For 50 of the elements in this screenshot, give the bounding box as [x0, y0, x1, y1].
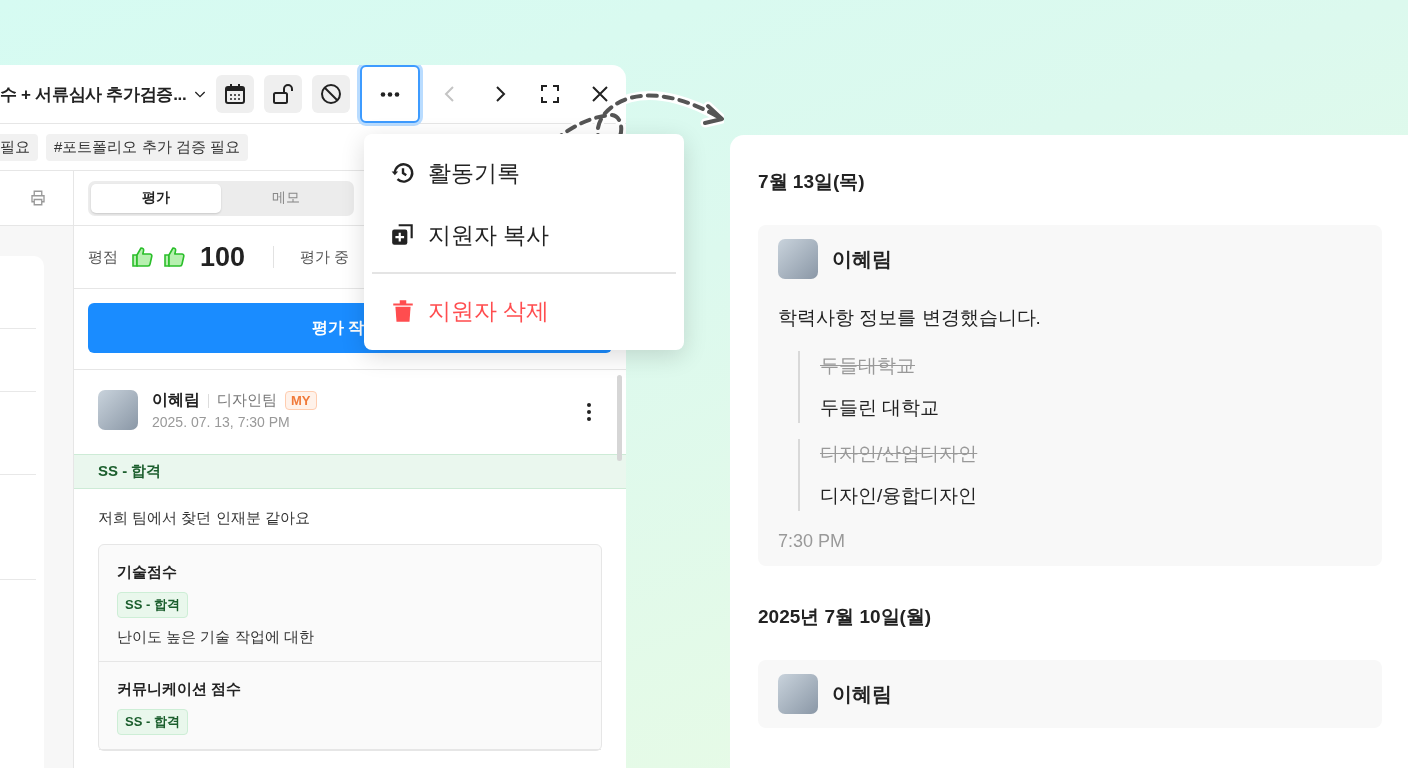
comment-date: 2025. 07. 13, 7:30 PM: [152, 414, 291, 430]
fullscreen-icon: [538, 82, 562, 106]
team-name: 디자인팀: [217, 391, 277, 410]
status-label: 평가 중: [300, 247, 350, 267]
thumbs-up-icon: [130, 245, 154, 269]
my-badge: MY: [285, 391, 317, 410]
score-title: 기술점수: [117, 563, 177, 582]
avatar-placeholder: [778, 674, 818, 714]
date-heading: 2025년 7월 10일(월): [758, 605, 933, 629]
activity-log-item[interactable]: 활동기록: [372, 142, 676, 204]
author-name: 이혜림: [832, 246, 892, 272]
author-name: 이혜림: [152, 390, 200, 410]
old-value: 디자인/산업디자인: [820, 442, 978, 466]
grade-badge: SS - 합격: [117, 709, 188, 735]
kebab-menu-icon[interactable]: [586, 402, 592, 422]
score-label: 평점: [88, 247, 118, 267]
window-title: 수 + 서류심사 추가검증...: [0, 83, 187, 106]
author-name: 이혜림: [832, 681, 892, 707]
history-icon: [390, 160, 416, 186]
block-icon: [319, 82, 343, 106]
grade-badge: SS - 합격: [117, 592, 188, 618]
avatar-placeholder: [778, 239, 818, 279]
copy-add-icon: [390, 222, 416, 248]
calendar-icon: [223, 82, 247, 106]
trash-icon: [390, 298, 416, 324]
score-value: 100: [200, 241, 246, 273]
tag-chip: #포트폴리오 추가 검증 필요: [46, 133, 248, 161]
score-comment: 난이도 높은 기술 작업에 대한: [117, 628, 314, 647]
tab[interactable]: 평가: [91, 183, 221, 213]
date-heading: 7월 13일(목): [758, 170, 866, 194]
tag-chip: 필요: [0, 133, 38, 161]
old-value: 두들대학교: [820, 354, 915, 378]
thumbs-up-icon: [162, 245, 186, 269]
activity-time: 7:30 PM: [778, 531, 847, 552]
printer-icon[interactable]: [29, 189, 47, 207]
calendar-button[interactable]: [216, 75, 254, 113]
unlock-icon: [271, 82, 295, 106]
new-value: 디자인/융합디자인: [820, 484, 978, 508]
grade-banner: SS - 합격: [74, 454, 626, 489]
unlock-button[interactable]: [264, 75, 302, 113]
scrollbar[interactable]: [617, 375, 622, 461]
more-icon: [380, 91, 400, 97]
comment-text: 저희 팀에서 찾던 인재분 같아요: [97, 508, 311, 528]
score-title: 커뮤니케이션 점수: [117, 680, 242, 699]
new-value: 두들린 대학교: [820, 396, 940, 420]
activity-message: 학력사항 정보를 변경했습니다.: [778, 306, 1042, 330]
avatar-placeholder: [98, 390, 138, 430]
more-button[interactable]: [360, 65, 420, 123]
block-button[interactable]: [312, 75, 350, 113]
copy-applicant-item[interactable]: 지원자 복사: [372, 204, 676, 266]
